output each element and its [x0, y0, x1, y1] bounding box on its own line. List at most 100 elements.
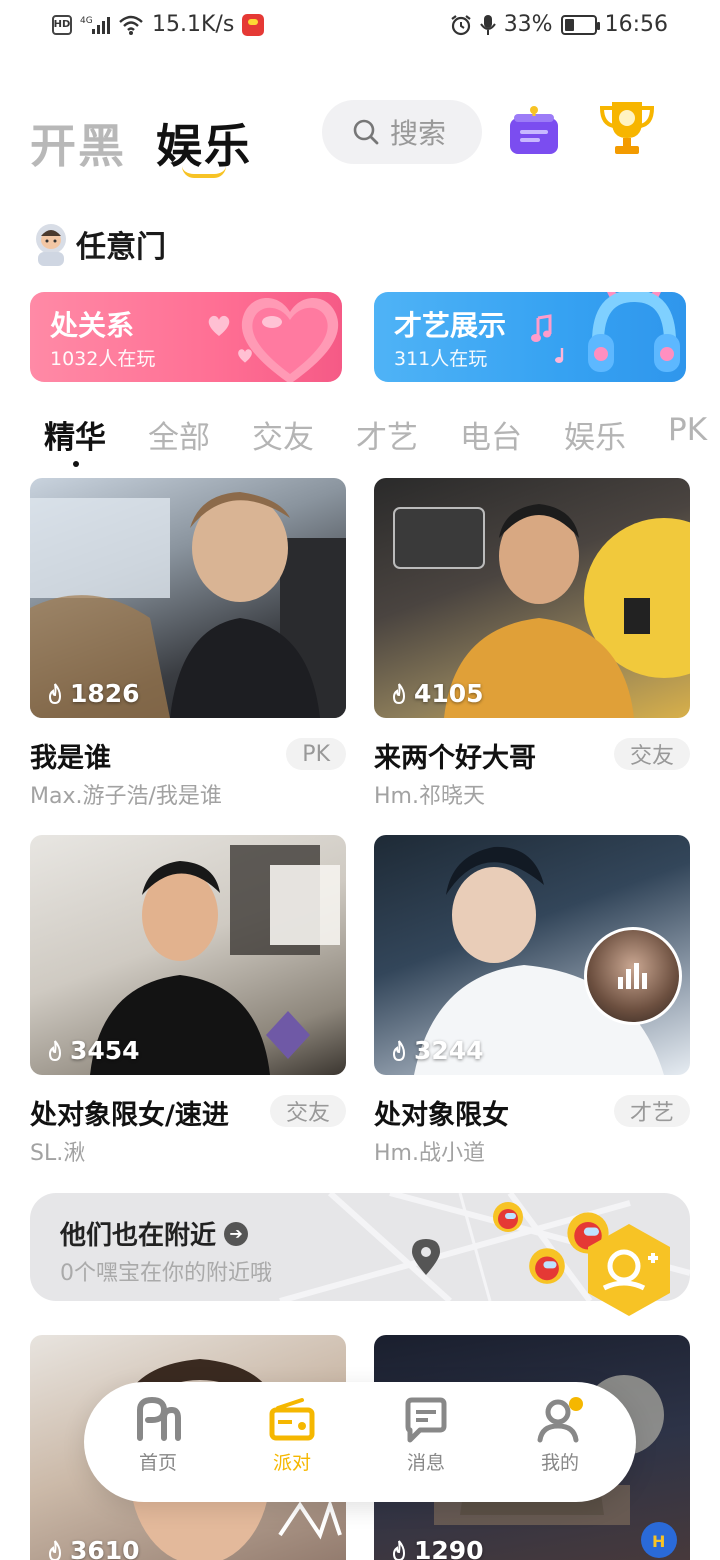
portal-title-text: 任意门 — [76, 230, 166, 265]
category-tab-radio[interactable]: 电台 — [460, 412, 522, 457]
room-tag: PK — [286, 738, 346, 770]
room-tag: 交友 — [613, 738, 690, 770]
svg-text:4G: 4G — [80, 16, 93, 26]
portal-section-title: 任意门 — [30, 222, 166, 266]
category-tab-all[interactable]: 全部 — [148, 412, 210, 457]
announcement-board-icon[interactable] — [506, 104, 562, 160]
room-heat: 1290 — [390, 1536, 484, 1560]
nav-label: 我的 — [540, 1452, 579, 1474]
battery-percent: 33% — [503, 12, 553, 37]
room-heat: 3610 — [46, 1536, 140, 1560]
battery-icon — [560, 14, 600, 35]
astronaut-icon — [36, 224, 66, 266]
portal-card-relationship[interactable]: 处关系 1032人在玩 — [30, 292, 342, 382]
trophy-icon[interactable] — [598, 98, 656, 158]
flame-icon — [48, 1039, 62, 1061]
room-thumbnail: 3244 — [374, 835, 690, 1075]
room-title: 来两个好大哥 — [374, 743, 536, 774]
room-heat-value: 1826 — [70, 679, 140, 708]
nav-label: 首页 — [138, 1452, 177, 1474]
nav-party[interactable]: 派对 — [242, 1396, 342, 1488]
category-tab-featured[interactable]: 精华 — [44, 412, 106, 457]
room-heat-value: 3454 — [70, 1036, 140, 1065]
top-header: 开黑 娱乐 搜索 — [0, 100, 720, 190]
tab-kaihei[interactable]: 开黑 — [30, 110, 126, 176]
category-active-dot — [73, 461, 79, 467]
music-note-small-icon — [555, 348, 564, 363]
room-heat: 4105 — [390, 679, 484, 708]
room-heat-value: 3610 — [70, 1536, 140, 1560]
room-tag: 交友 — [269, 1095, 346, 1127]
heart-icon — [241, 298, 339, 382]
cellular-signal-icon: 4G — [80, 16, 110, 34]
party-radio-icon — [269, 1398, 315, 1441]
app-notification-icon — [242, 13, 265, 36]
room-title: 处对象限女 — [374, 1100, 509, 1131]
room-heat-value: 1290 — [414, 1536, 484, 1560]
flame-icon — [392, 682, 406, 704]
clock: 16:56 — [604, 12, 668, 37]
portal-card-title: 处关系 — [50, 309, 135, 342]
music-note-icon — [531, 314, 552, 342]
room-owner: Hm.祁晓天 — [374, 784, 485, 809]
nav-messages[interactable]: 消息 — [376, 1396, 476, 1488]
flame-icon — [392, 1539, 406, 1560]
home-icon — [137, 1396, 181, 1441]
active-tab-indicator — [182, 166, 226, 178]
nearby-subtitle: 0个嘿宝在你的附近哦 — [60, 1261, 272, 1286]
bottom-navigation: 首页 派对 消息 我的 — [84, 1382, 636, 1502]
category-tabs: 精华 全部 交友 才艺 电台 娱乐 PK — [44, 412, 720, 472]
live-host-avatar[interactable] — [584, 927, 682, 1025]
portal-card-talent-show[interactable]: 才艺展示 311人在玩 — [374, 292, 686, 382]
portal-card-subtitle: 1032人在玩 — [50, 348, 156, 370]
profile-icon — [537, 1397, 583, 1443]
microphone-icon — [479, 14, 496, 35]
search-placeholder: 搜索 — [390, 117, 447, 150]
category-tab-talent[interactable]: 才艺 — [356, 412, 418, 457]
room-heat: 3454 — [46, 1036, 140, 1065]
room-owner: Max.游子浩/我是谁 — [30, 784, 222, 809]
room-heat-value: 3244 — [414, 1036, 484, 1065]
alarm-icon — [451, 14, 471, 35]
portal-card-title: 才艺展示 — [394, 309, 507, 342]
portal-card-subtitle: 311人在玩 — [394, 348, 488, 370]
svg-text:H: H — [652, 1532, 665, 1551]
room-owner: Hm.战小道 — [374, 1141, 485, 1166]
room-thumbnail: 4105 — [374, 478, 690, 718]
nav-label: 消息 — [406, 1452, 445, 1474]
nearby-title-text: 他们也在附近 — [60, 1221, 217, 1251]
message-icon — [405, 1397, 447, 1443]
hd-icon: HD — [52, 14, 72, 35]
room-owner: SL.湫 — [30, 1141, 86, 1166]
category-tab-pk[interactable]: PK — [668, 412, 707, 448]
room-title: 我是谁 — [30, 743, 111, 774]
search-icon — [353, 119, 379, 145]
nav-label: 派对 — [272, 1452, 311, 1474]
nav-profile[interactable]: 我的 — [510, 1396, 610, 1488]
room-thumbnail: 1826 — [30, 478, 346, 718]
avatar-marker-icon-2 — [529, 1248, 565, 1284]
nav-home[interactable]: 首页 — [108, 1396, 208, 1488]
wifi-icon — [119, 15, 143, 35]
avatar-marker-icon — [493, 1202, 523, 1232]
category-tab-entertainment[interactable]: 娱乐 — [564, 412, 626, 457]
room-heat: 3244 — [390, 1036, 484, 1065]
room-heat-value: 4105 — [414, 679, 484, 708]
room-title: 处对象限女/速进 — [30, 1100, 229, 1131]
room-heat: 1826 — [46, 679, 140, 708]
room-thumbnail: 3454 — [30, 835, 346, 1075]
audio-bars-icon — [618, 963, 647, 989]
add-friend-hex-button[interactable] — [582, 1220, 676, 1320]
network-speed: 15.1K/s — [152, 12, 235, 37]
headphones-icon — [588, 292, 680, 372]
category-tab-friends[interactable]: 交友 — [252, 412, 314, 457]
flame-icon — [48, 682, 62, 704]
location-pin-icon — [412, 1239, 440, 1275]
flame-icon — [392, 1039, 406, 1061]
status-bar: HD 4G 15.1K/s 33% 16:56 — [0, 0, 720, 50]
small-heart-icon-2 — [238, 349, 252, 363]
nearby-title: 他们也在附近 ➔ — [60, 1215, 249, 1252]
search-bar[interactable]: 搜索 — [322, 100, 482, 164]
flame-icon — [48, 1539, 62, 1560]
room-tag: 才艺 — [613, 1095, 690, 1127]
